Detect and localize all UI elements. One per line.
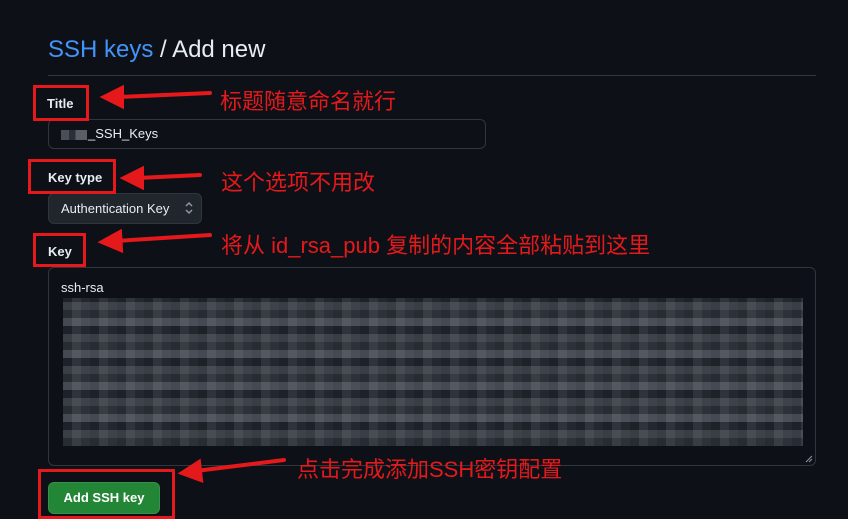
arrow-head-icon — [177, 458, 204, 483]
annotation-title-note: 标题随意命名就行 — [220, 89, 397, 114]
arrow-head-icon — [119, 165, 144, 191]
annotation-key-note: 将从 id_rsa_pub 复制的内容全部粘贴到这里 — [221, 233, 651, 258]
annotation-submit-note: 点击完成添加SSH密钥配置 — [297, 457, 563, 482]
arrow-head-icon — [99, 84, 124, 110]
arrow-head-icon — [97, 228, 124, 254]
annotation-key-type-note: 这个选项不用改 — [221, 170, 376, 195]
